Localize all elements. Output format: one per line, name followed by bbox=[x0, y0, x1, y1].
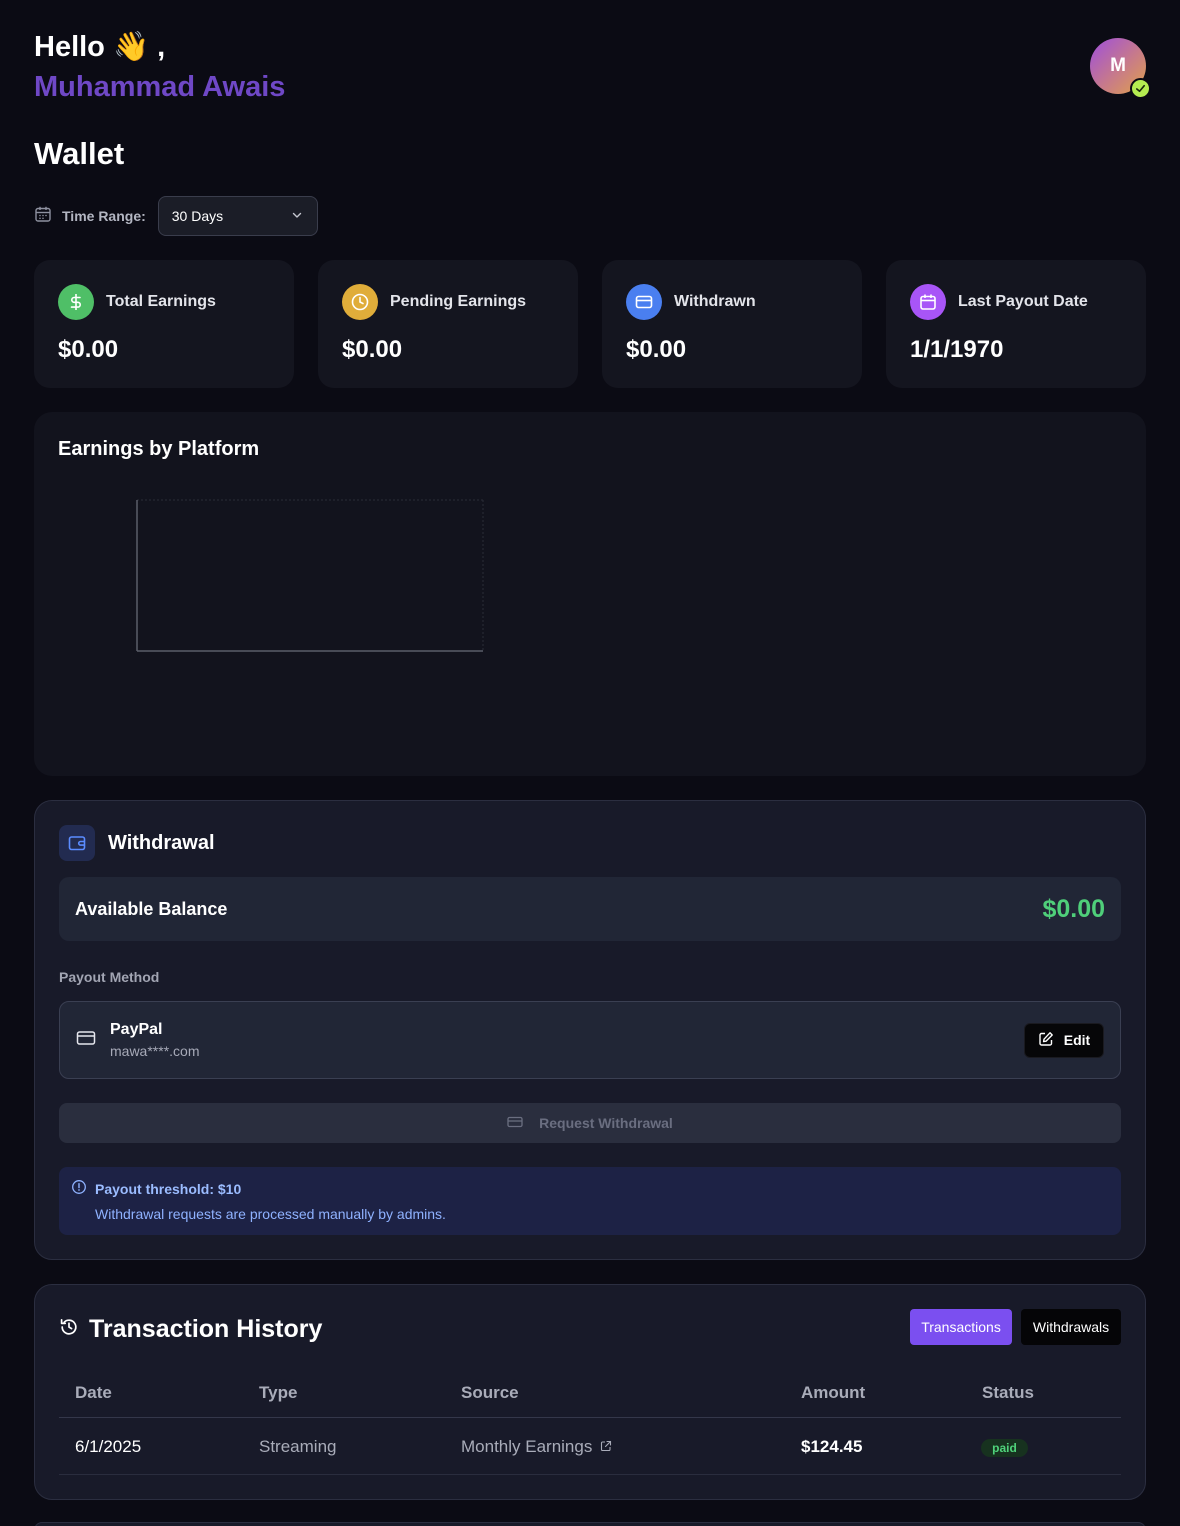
history-title: Transaction History bbox=[89, 1315, 323, 1343]
greeting: Hello 👋 , Muhammad Awais bbox=[34, 30, 285, 104]
stat-card-withdrawn: Withdrawn $0.00 bbox=[602, 260, 862, 388]
stat-value: 1/1/1970 bbox=[910, 336, 1004, 363]
calendar-icon bbox=[910, 284, 946, 320]
available-balance: Available Balance $0.00 bbox=[59, 877, 1121, 941]
payout-method: PayPal mawa****.com Edit bbox=[59, 1001, 1121, 1079]
balance-label: Available Balance bbox=[75, 898, 228, 919]
time-range-filter: Time Range: 30 Days bbox=[34, 196, 318, 236]
edit-icon bbox=[1038, 1031, 1054, 1050]
column-header-status[interactable]: Status bbox=[982, 1383, 1034, 1403]
column-header-amount[interactable]: Amount bbox=[801, 1383, 865, 1403]
dollar-icon bbox=[58, 284, 94, 320]
request-withdrawal-button[interactable]: Request Withdrawal bbox=[59, 1103, 1121, 1143]
check-icon bbox=[1130, 78, 1151, 99]
greeting-text: Hello 👋 , bbox=[34, 31, 166, 63]
next-card-edge bbox=[34, 1522, 1146, 1526]
column-header-source[interactable]: Source bbox=[461, 1383, 519, 1403]
stat-value: $0.00 bbox=[342, 336, 403, 363]
row-divider bbox=[59, 1474, 1121, 1475]
chevron-down-icon bbox=[291, 208, 303, 224]
request-withdrawal-label: Request Withdrawal bbox=[539, 1115, 673, 1131]
column-header-type[interactable]: Type bbox=[259, 1383, 297, 1403]
user-name: Muhammad Awais bbox=[34, 71, 286, 103]
cell-source[interactable]: Monthly Earnings bbox=[461, 1437, 612, 1457]
stat-card-total-earnings: Total Earnings $0.00 bbox=[34, 260, 294, 388]
time-range-value: 30 Days bbox=[171, 208, 224, 224]
edit-payout-button[interactable]: Edit bbox=[1024, 1022, 1104, 1058]
withdrawal-title: Withdrawal bbox=[108, 831, 215, 854]
credit-card-icon bbox=[76, 1028, 96, 1053]
earnings-by-platform-card: Earnings by Platform bbox=[34, 412, 1146, 776]
cell-type: Streaming bbox=[259, 1437, 337, 1456]
calendar-icon bbox=[34, 205, 52, 228]
payout-info-text: Withdrawal requests are processed manual… bbox=[95, 1206, 446, 1222]
external-link-icon[interactable] bbox=[592, 1437, 612, 1457]
stat-card-pending-earnings: Pending Earnings $0.00 bbox=[318, 260, 578, 388]
history-icon bbox=[59, 1317, 79, 1342]
clock-icon bbox=[342, 284, 378, 320]
stat-label: Pending Earnings bbox=[390, 293, 527, 310]
info-icon bbox=[71, 1179, 87, 1198]
tab-transactions[interactable]: Transactions bbox=[910, 1309, 1012, 1345]
stat-label: Last Payout Date bbox=[958, 293, 1088, 310]
stat-label: Withdrawn bbox=[674, 293, 756, 310]
cell-date: 6/1/2025 bbox=[75, 1437, 142, 1456]
payout-name: PayPal bbox=[110, 1021, 163, 1038]
time-range-label: Time Range: bbox=[62, 208, 146, 224]
payout-info: Payout threshold: $10 Withdrawal request… bbox=[59, 1167, 1121, 1235]
credit-card-icon bbox=[507, 1114, 523, 1133]
time-range-select[interactable]: 30 Days bbox=[157, 196, 318, 236]
stat-value: $0.00 bbox=[58, 336, 119, 363]
stat-card-last-payout-date: Last Payout Date 1/1/1970 bbox=[886, 260, 1146, 388]
edit-label: Edit bbox=[1063, 1032, 1091, 1048]
cell-amount: $124.45 bbox=[801, 1437, 863, 1456]
withdrawal-card: Withdrawal Available Balance $0.00 Payou… bbox=[34, 800, 1146, 1260]
page-title: Wallet bbox=[34, 136, 125, 171]
payout-email: mawa****.com bbox=[110, 1043, 200, 1059]
payout-threshold: Payout threshold: $10 bbox=[95, 1180, 242, 1197]
balance-value: $0.00 bbox=[1042, 894, 1105, 923]
column-header-date[interactable]: Date bbox=[75, 1383, 112, 1403]
source-link[interactable]: Monthly Earnings bbox=[461, 1437, 592, 1457]
avatar-initial: M bbox=[1110, 55, 1126, 76]
tab-withdrawals[interactable]: Withdrawals bbox=[1021, 1309, 1121, 1345]
status-badge: paid bbox=[981, 1439, 1028, 1457]
table-header-divider bbox=[59, 1417, 1121, 1418]
earnings-chart bbox=[136, 499, 484, 652]
stat-value: $0.00 bbox=[626, 336, 687, 363]
wallet-icon bbox=[59, 825, 95, 861]
credit-card-icon bbox=[626, 284, 662, 320]
stat-label: Total Earnings bbox=[106, 293, 216, 310]
transaction-history-card: Transaction History Transactions Withdra… bbox=[34, 1284, 1146, 1500]
payout-method-label: Payout Method bbox=[59, 969, 160, 985]
